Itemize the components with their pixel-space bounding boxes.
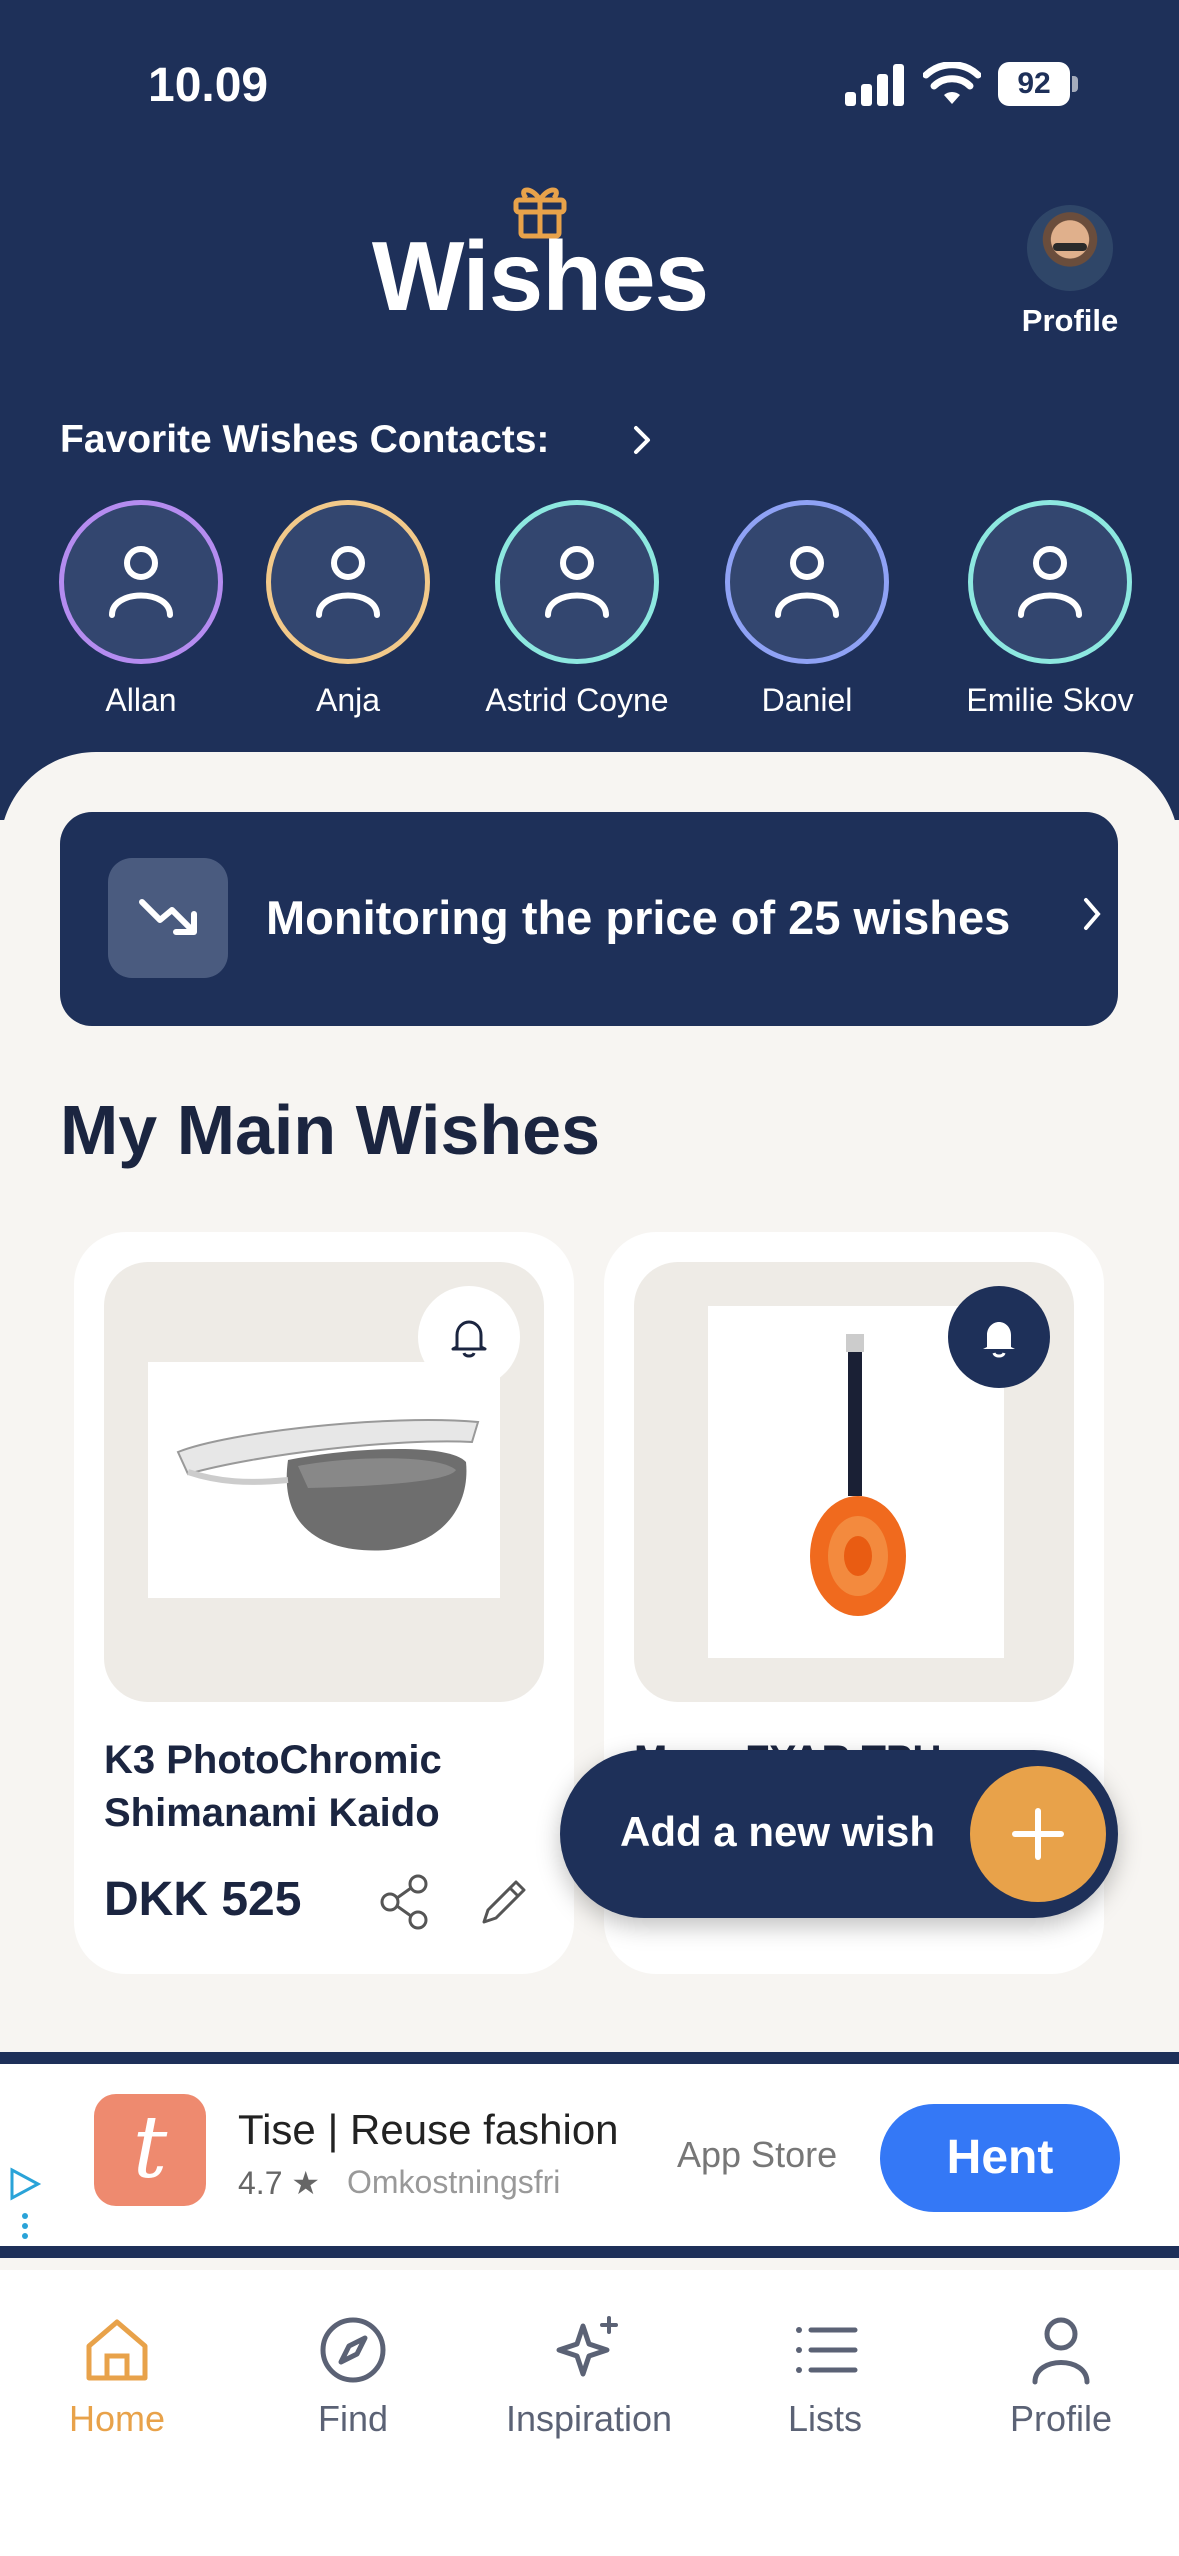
tab-label: Find <box>317 2398 389 2439</box>
logo-text: Wishes <box>371 221 709 331</box>
wish-title: K3 PhotoChromic Shimanami Kaido <box>104 1738 442 1835</box>
tab-bar: Home Find Inspiration Lists Profile <box>0 2270 1179 2556</box>
battery-level: 92 <box>998 62 1070 106</box>
price-alert-bell[interactable] <box>418 1286 520 1388</box>
tab-label: Inspiration <box>505 2398 673 2439</box>
ad-app-name: Tise | Reuse fashion <box>238 2106 619 2153</box>
bell-icon <box>451 1320 487 1358</box>
favorite-contacts-list: Allan Anja Astrid Coyne Daniel Emilie Sk… <box>0 500 1179 730</box>
tab-lists[interactable]: Lists <box>710 2310 940 2440</box>
contact-anja[interactable]: Anja <box>243 500 453 719</box>
tab-label: Profile <box>1009 2398 1113 2439</box>
person-icon <box>109 546 173 618</box>
price-monitor-banner[interactable]: Monitoring the price of 25 wishes <box>60 812 1118 1026</box>
person-icon <box>1018 546 1082 618</box>
wish-image-inner-tube[interactable] <box>634 1262 1074 1702</box>
sunglasses-image <box>176 1419 480 1551</box>
chevron-right-icon <box>1084 898 1101 930</box>
contact-daniel[interactable]: Daniel <box>702 500 912 719</box>
ad-store-label: App Store <box>677 2134 838 2175</box>
bell-filled-icon <box>983 1322 1015 1358</box>
contact-avatar[interactable] <box>968 500 1132 664</box>
person-icon <box>775 546 839 618</box>
contact-avatar[interactable] <box>266 500 430 664</box>
monitor-text: Monitoring the price of 25 wishes <box>266 891 1011 944</box>
person-icon <box>1032 2317 1090 2385</box>
tab-label: Home <box>68 2398 166 2439</box>
contact-name: Daniel <box>761 682 853 718</box>
person-icon <box>545 546 609 618</box>
cellular-signal-icon <box>845 62 905 106</box>
wifi-icon <box>923 62 981 104</box>
profile-button[interactable]: Profile <box>1010 205 1130 339</box>
price-alert-bell-active[interactable] <box>948 1286 1050 1388</box>
contact-avatar[interactable] <box>495 500 659 664</box>
ad-app-icon[interactable]: t <box>94 2094 206 2206</box>
contact-allan[interactable]: Allan <box>36 500 246 719</box>
ad-banner[interactable]: t Tise | Reuse fashion 4.7 ★ Omkostnings… <box>0 2052 1179 2258</box>
favorites-title[interactable]: Favorite Wishes Contacts: <box>60 418 549 462</box>
add-wish-label: Add a new wish <box>620 1808 936 1855</box>
status-time: 10.09 <box>148 59 269 112</box>
tab-inspiration[interactable]: Inspiration <box>474 2310 704 2440</box>
contact-name: Allan <box>105 682 177 718</box>
wish-price: DKK 525 <box>104 1873 302 1926</box>
battery-icon: 92 <box>998 62 1078 106</box>
section-title: My Main Wishes <box>60 1091 601 1169</box>
ad-choices-icon[interactable] <box>8 2164 42 2244</box>
contact-name: Anja <box>315 682 381 718</box>
trending-down-icon <box>108 858 228 978</box>
chevron-right-icon[interactable] <box>628 420 658 460</box>
plus-icon[interactable] <box>970 1766 1106 1902</box>
header: 10.09 92 Wishes Profile Favorite Wishes … <box>0 0 1179 820</box>
contact-emilie-skov[interactable]: Emilie Skov <box>945 500 1155 719</box>
ad-get-button[interactable]: Hent <box>880 2104 1120 2212</box>
tab-profile[interactable]: Profile <box>946 2310 1176 2440</box>
add-new-wish-button[interactable]: Add a new wish <box>560 1750 1118 1918</box>
home-icon <box>86 2319 148 2381</box>
sparkle-icon <box>556 2316 618 2377</box>
contact-name: Emilie Skov <box>966 682 1134 718</box>
tab-home[interactable]: Home <box>2 2310 232 2440</box>
person-icon <box>316 546 380 618</box>
tab-find[interactable]: Find <box>238 2310 468 2440</box>
wish-image-sunglasses[interactable] <box>104 1262 544 1702</box>
profile-label: Profile <box>1021 303 1119 338</box>
compass-icon <box>320 2317 386 2383</box>
product-photo <box>148 1362 500 1598</box>
contact-avatar[interactable] <box>725 500 889 664</box>
wish-card[interactable]: K3 PhotoChromic Shimanami Kaido DKK 525 <box>74 1232 574 1974</box>
ad-price-note: Omkostningsfri <box>347 2164 561 2200</box>
share-icon[interactable] <box>374 1872 434 1932</box>
contact-astrid-coyne[interactable]: Astrid Coyne <box>472 500 682 719</box>
edit-pencil-icon[interactable] <box>474 1872 534 1932</box>
avatar[interactable] <box>1027 205 1113 291</box>
contact-name: Astrid Coyne <box>485 682 669 718</box>
list-icon <box>796 2327 858 2373</box>
app-logo: Wishes <box>370 180 710 331</box>
contact-avatar[interactable] <box>59 500 223 664</box>
ad-rating: 4.7 ★ <box>238 2165 321 2201</box>
tab-label: Lists <box>787 2398 863 2439</box>
